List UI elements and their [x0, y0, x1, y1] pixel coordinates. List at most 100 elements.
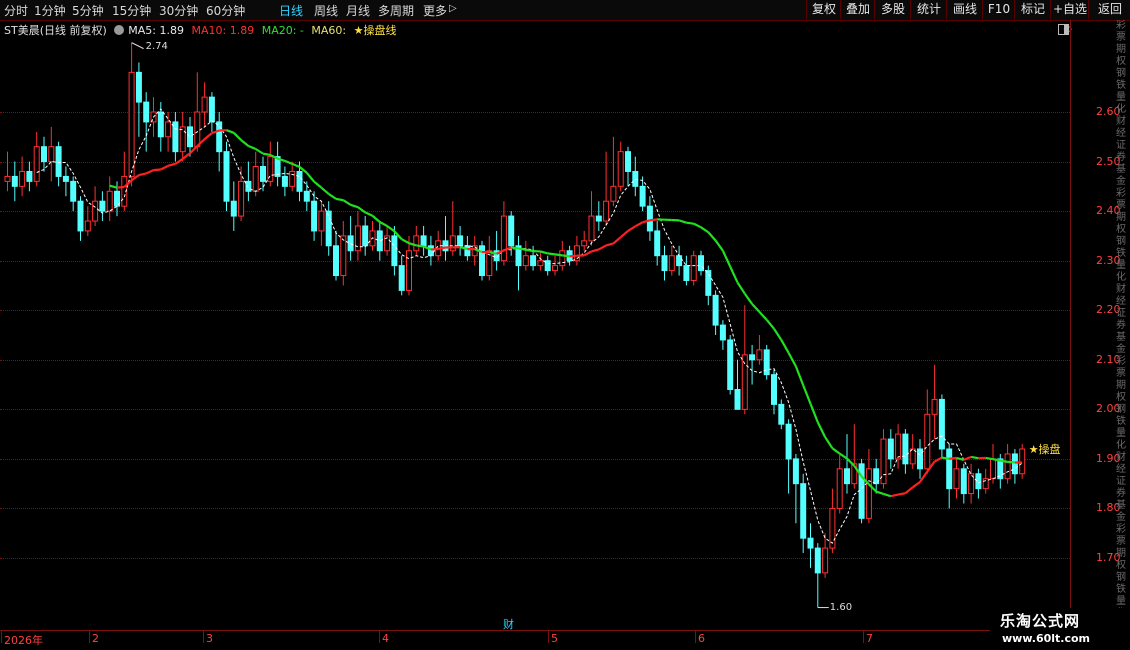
- toolbar-button[interactable]: 统计: [910, 0, 947, 19]
- toolbar-button[interactable]: +自选: [1050, 0, 1089, 19]
- candle-down[interactable]: [639, 185, 646, 207]
- candle-down[interactable]: [62, 175, 69, 182]
- period-tab[interactable]: 月线: [346, 2, 370, 19]
- candle-down[interactable]: [303, 190, 310, 202]
- candle-down[interactable]: [960, 468, 967, 495]
- candle-up[interactable]: [194, 111, 201, 148]
- period-tab[interactable]: 30分钟: [159, 2, 198, 19]
- candle-up[interactable]: [931, 398, 938, 415]
- candle-down[interactable]: [391, 235, 398, 267]
- candle-down[interactable]: [311, 200, 318, 232]
- candle-down[interactable]: [530, 255, 537, 267]
- candle-down[interactable]: [157, 111, 164, 138]
- candle-down[interactable]: [902, 433, 909, 465]
- candle-down[interactable]: [683, 265, 690, 281]
- candle-down[interactable]: [719, 324, 726, 341]
- candle-up[interactable]: [413, 235, 420, 252]
- candle-up[interactable]: [340, 235, 347, 277]
- candle-up[interactable]: [106, 190, 113, 212]
- candle-down[interactable]: [508, 215, 515, 247]
- candle-down[interactable]: [333, 245, 339, 277]
- candle-down[interactable]: [135, 71, 142, 103]
- candle-down[interactable]: [464, 245, 471, 257]
- candlestick-chart[interactable]: [0, 20, 1070, 630]
- candle-up[interactable]: [19, 170, 26, 187]
- candle-up[interactable]: [537, 260, 544, 267]
- candle-down[interactable]: [734, 389, 741, 410]
- candle-up[interactable]: [238, 180, 245, 217]
- candle-down[interactable]: [917, 448, 923, 470]
- candle-up[interactable]: [836, 468, 843, 509]
- candle-down[interactable]: [785, 423, 792, 460]
- candle-down[interactable]: [143, 101, 150, 123]
- candle-up[interactable]: [668, 255, 675, 272]
- candle-up[interactable]: [822, 547, 829, 574]
- candle-down[interactable]: [654, 230, 661, 257]
- candle-down[interactable]: [376, 230, 383, 252]
- period-tab[interactable]: 更多: [423, 2, 447, 19]
- candle-down[interactable]: [749, 354, 756, 361]
- candle-up[interactable]: [179, 126, 186, 153]
- candle-down[interactable]: [595, 215, 602, 222]
- candle-down[interactable]: [646, 205, 653, 232]
- period-tab[interactable]: 15分钟: [112, 2, 151, 19]
- toolbar-button[interactable]: 标记: [1014, 0, 1051, 19]
- candle-up[interactable]: [354, 225, 361, 252]
- period-tab[interactable]: 1分钟: [34, 2, 66, 19]
- candle-down[interactable]: [208, 96, 215, 123]
- candle-up[interactable]: [84, 220, 91, 232]
- candle-up[interactable]: [990, 458, 996, 480]
- candle-down[interactable]: [296, 170, 303, 192]
- candle-up[interactable]: [165, 121, 172, 138]
- candle-up[interactable]: [865, 468, 872, 519]
- candle-down[interactable]: [938, 398, 945, 450]
- toolbar-button[interactable]: 复权: [806, 0, 841, 19]
- candle-down[interactable]: [245, 180, 252, 192]
- candle-down[interactable]: [844, 468, 850, 485]
- candle-down[interactable]: [99, 200, 106, 212]
- candle-up[interactable]: [48, 146, 55, 163]
- candle-down[interactable]: [1011, 453, 1018, 475]
- candle-up[interactable]: [603, 200, 610, 222]
- candle-down[interactable]: [281, 175, 288, 187]
- candle-up[interactable]: [252, 166, 259, 192]
- candle-up[interactable]: [128, 71, 135, 177]
- candle-down[interactable]: [625, 151, 631, 172]
- candle-up[interactable]: [588, 215, 595, 242]
- candle-down[interactable]: [698, 255, 704, 272]
- candle-down[interactable]: [325, 210, 332, 247]
- candle-down[interactable]: [26, 170, 33, 182]
- candle-up[interactable]: [559, 250, 566, 267]
- candle-up[interactable]: [690, 255, 697, 281]
- candle-up[interactable]: [1019, 448, 1026, 475]
- candle-down[interactable]: [946, 448, 953, 490]
- candle-down[interactable]: [223, 151, 230, 202]
- candle-down[interactable]: [676, 255, 683, 267]
- period-tab[interactable]: 多周期: [378, 2, 414, 19]
- candle-up[interactable]: [610, 185, 617, 202]
- toolbar-button[interactable]: F10: [982, 0, 1015, 19]
- candle-down[interactable]: [420, 235, 427, 247]
- candle-up[interactable]: [4, 175, 11, 182]
- candle-down[interactable]: [41, 146, 47, 163]
- candle-down[interactable]: [727, 339, 734, 391]
- candle-down[interactable]: [187, 126, 193, 148]
- candle-down[interactable]: [55, 146, 62, 177]
- candle-down[interactable]: [427, 245, 434, 257]
- candle-up[interactable]: [92, 200, 99, 222]
- candle-down[interactable]: [70, 180, 77, 202]
- candle-up[interactable]: [201, 96, 208, 113]
- candle-up[interactable]: [33, 146, 40, 182]
- candle-up[interactable]: [895, 433, 902, 460]
- toolbar-button[interactable]: 画线: [946, 0, 983, 19]
- period-tab[interactable]: 60分钟: [206, 2, 245, 19]
- toolbar-button[interactable]: 多股: [874, 0, 911, 19]
- candle-up[interactable]: [500, 215, 507, 262]
- candle-up[interactable]: [924, 413, 931, 470]
- candle-down[interactable]: [362, 225, 369, 247]
- period-tab[interactable]: 5分钟: [72, 2, 104, 19]
- candle-up[interactable]: [581, 240, 588, 247]
- candle-down[interactable]: [792, 458, 799, 485]
- candle-down[interactable]: [778, 403, 785, 425]
- candle-down[interactable]: [712, 294, 719, 326]
